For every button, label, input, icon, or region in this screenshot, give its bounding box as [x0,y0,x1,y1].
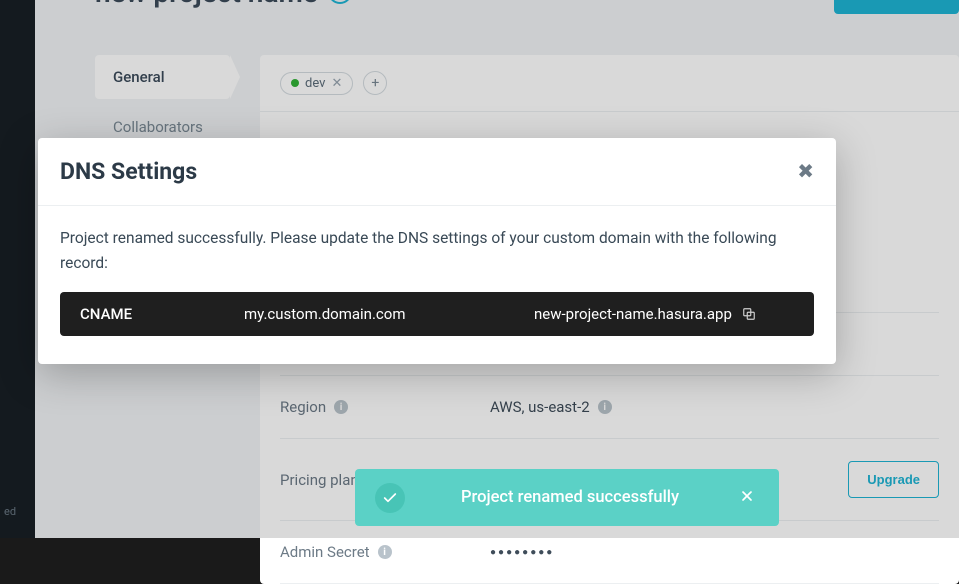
dns-settings-modal: DNS Settings ✖ Project renamed successfu… [38,138,836,364]
dns-record-bar: CNAME my.custom.domain.com new-project-n… [60,292,814,336]
close-icon: ✖ [797,161,814,183]
modal-message: Project renamed successfully. Please upd… [60,226,814,276]
toast-close-button[interactable] [735,484,759,511]
left-nav-rail [0,0,35,538]
dns-record-target: new-project-name.hasura.app [534,305,732,323]
dns-record-host: my.custom.domain.com [244,305,504,323]
modal-header: DNS Settings ✖ [38,138,836,206]
toast-message: Project renamed successfully [405,488,735,507]
dns-record-type: CNAME [80,305,244,323]
label-text: Admin Secret [280,543,370,561]
success-toast: Project renamed successfully [355,469,779,526]
secret-value: ●●●●●●●● [490,547,554,558]
modal-title: DNS Settings [60,158,197,185]
secret-label: Admin Secret i [280,543,490,561]
check-icon [375,483,405,513]
modal-close-button[interactable]: ✖ [797,159,814,184]
copy-icon[interactable] [742,307,756,321]
info-icon[interactable]: i [378,545,392,559]
footer-fragment: ed [4,505,16,518]
modal-body: Project renamed successfully. Please upd… [38,206,836,364]
dns-record-target-wrap: new-project-name.hasura.app [504,305,794,323]
